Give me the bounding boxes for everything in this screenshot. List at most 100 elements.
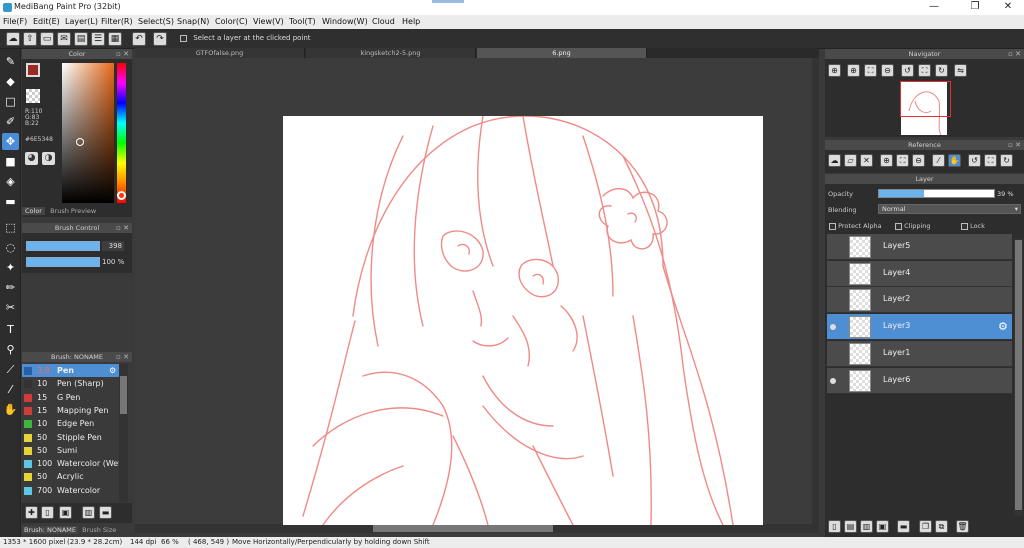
layer-merge-icon[interactable]: ⧉ [935,520,948,533]
select-layer-checkbox[interactable] [180,34,187,42]
comment-icon[interactable]: ▭ [40,32,54,46]
layer-row[interactable]: Layer4 [827,260,1012,287]
layer-row[interactable]: Layer6 [827,367,1012,394]
drawing-canvas[interactable] [283,116,763,525]
hand-tool-icon[interactable]: ✋ [2,401,19,418]
nav-fullscreen-icon[interactable]: ⛶ [918,64,931,77]
brush-item[interactable]: 50 Stipple Pen [22,431,120,444]
select-pen-tool-icon[interactable]: ✏ [2,279,19,296]
menu-cloud[interactable]: Cloud [372,17,395,26]
undo-icon[interactable]: ↶ [132,32,146,46]
lasso-tool-icon[interactable]: ◌ [2,239,19,256]
panel-controls-icon[interactable]: ▫ ✕ [1008,140,1021,150]
eraser-tool-icon[interactable]: ◆ [2,73,19,90]
canvas-vertical-scrollbar[interactable] [812,58,819,524]
brush-delete-icon[interactable]: ▥ [82,506,95,519]
brush-item[interactable]: 15 G Pen [22,391,120,404]
ref-cloud-icon[interactable]: ☁ [828,154,841,167]
tab-brush-size[interactable]: Brush Size [80,526,118,534]
nav-zoom-in-icon[interactable]: ⊕ [828,64,841,77]
brush-item[interactable]: 3.8 Pen ⚙ [22,364,120,377]
rectangle-tool-icon[interactable]: □ [2,93,19,110]
brush-new-icon[interactable]: ▯ [41,506,54,519]
color-picker-handle[interactable] [76,138,84,146]
layer-new-8bit-icon[interactable]: ▥ [860,520,873,533]
canvas-horizontal-scrollbar[interactable] [135,524,819,533]
layer-settings-icon[interactable]: ⚙ [998,320,1008,333]
nav-fit-icon[interactable]: ⛶ [864,64,877,77]
brush-item[interactable]: 50 Sumi [22,444,120,457]
panel-controls-icon[interactable]: ▫ ✕ [1008,49,1021,59]
grid-icon[interactable]: ▦ [108,32,122,46]
ref-zoom-out-icon[interactable]: ⊖ [912,154,925,167]
brush-item[interactable]: 10 Pen (Sharp) [22,377,120,390]
move-tool-icon[interactable]: ✥ [2,133,19,150]
brush-item[interactable]: 50 Acrylic [22,470,120,483]
menu-filter[interactable]: Filter(R) [101,17,133,26]
layer-list-scrollbar[interactable] [1014,238,1023,516]
maximize-button[interactable]: ❐ [965,1,985,12]
layer-row[interactable]: Layer1 [827,340,1012,367]
brush-size-value[interactable]: 398 [102,241,124,251]
menu-select[interactable]: Select(S) [138,17,174,26]
saturation-value-square[interactable] [62,63,114,203]
layer-visibility-icon[interactable] [830,377,836,384]
nav-zoom-out-icon[interactable]: ⊖ [881,64,894,77]
ref-eyedropper-icon[interactable]: ⁄ [932,154,945,167]
lock-checkbox[interactable] [961,222,968,230]
upload-icon[interactable]: ⇧ [23,32,37,46]
clipping-checkbox[interactable] [895,222,902,230]
layer-new-icon[interactable]: ▯ [828,520,841,533]
nav-rotate-right-icon[interactable]: ↻ [935,64,948,77]
divide-tool-icon[interactable]: ⟋ [2,361,19,378]
blending-select[interactable]: Normal ▾ [878,204,1021,214]
redo-icon[interactable]: ↷ [153,32,167,46]
hue-slider[interactable] [117,63,126,203]
panel-controls-icon[interactable]: ▫ ✕ [116,49,129,59]
brush-tool-icon[interactable]: ✎ [2,53,19,70]
nav-rotate-left-icon[interactable]: ↺ [901,64,914,77]
nav-flip-icon[interactable]: ⇋ [954,64,967,77]
select-layer-option[interactable]: Select a layer at the clicked point [180,34,311,42]
clipping-option[interactable]: Clipping [895,222,931,230]
menu-help[interactable]: Help [402,17,420,26]
brush-gear-icon[interactable]: ⚙ [109,364,116,377]
marquee-tool-icon[interactable]: ⬚ [2,219,19,236]
navigator-viewport-rect[interactable] [900,81,951,117]
text-tool-icon[interactable]: T [2,321,19,338]
ref-rotate-left-icon[interactable]: ↺ [968,154,981,167]
panel-controls-icon[interactable]: ▫ ✕ [116,352,129,362]
layer-new-halftone-icon[interactable]: ▤ [844,520,857,533]
select-eraser-tool-icon[interactable]: ✂ [2,299,19,316]
eyedropper-tool-icon[interactable]: ⁄ [2,381,19,398]
tab-brush-preview[interactable]: Brush Preview [47,207,99,215]
brush-folder-icon[interactable]: ▬ [99,506,112,519]
lock-option[interactable]: Lock [961,222,985,230]
ref-open-icon[interactable]: ▱ [844,154,857,167]
list-icon[interactable]: ☰ [91,32,105,46]
color-wheel-icon[interactable]: ◑ [42,152,55,165]
layer-duplicate-icon[interactable]: ❐ [919,520,932,533]
brush-add-icon[interactable]: ✚ [25,506,38,519]
ref-close-icon[interactable]: ✕ [860,154,873,167]
ref-fit-icon[interactable]: ⛶ [896,154,909,167]
menu-window[interactable]: Window(W) [322,17,368,26]
layer-folder-icon[interactable]: ▬ [897,520,910,533]
layer-scroll-thumb[interactable] [1015,240,1022,510]
document-icon[interactable]: ▤ [74,32,88,46]
layer-row[interactable]: Layer3 ⚙ [827,314,1012,341]
menu-view[interactable]: View(V) [253,17,284,26]
layer-delete-icon[interactable]: 🗑 [956,520,969,533]
layer-opacity-slider[interactable] [878,189,995,198]
protect-alpha-option[interactable]: Protect Alpha [829,222,882,230]
brush-item[interactable]: 100 Watercolor (Wet [22,457,120,470]
menu-edit[interactable]: Edit(E) [33,17,60,26]
close-button[interactable]: ✕ [998,1,1018,12]
panel-controls-icon[interactable]: ▫ ✕ [116,223,129,233]
brush-item[interactable]: 700 Watercolor [22,484,120,497]
hue-handle[interactable] [117,191,126,200]
canvas-scroll-thumb[interactable] [373,525,553,532]
magic-wand-tool-icon[interactable]: ✦ [2,259,19,276]
layer-row[interactable]: Layer2 [827,287,1012,314]
menu-snap[interactable]: Snap(N) [177,17,209,26]
